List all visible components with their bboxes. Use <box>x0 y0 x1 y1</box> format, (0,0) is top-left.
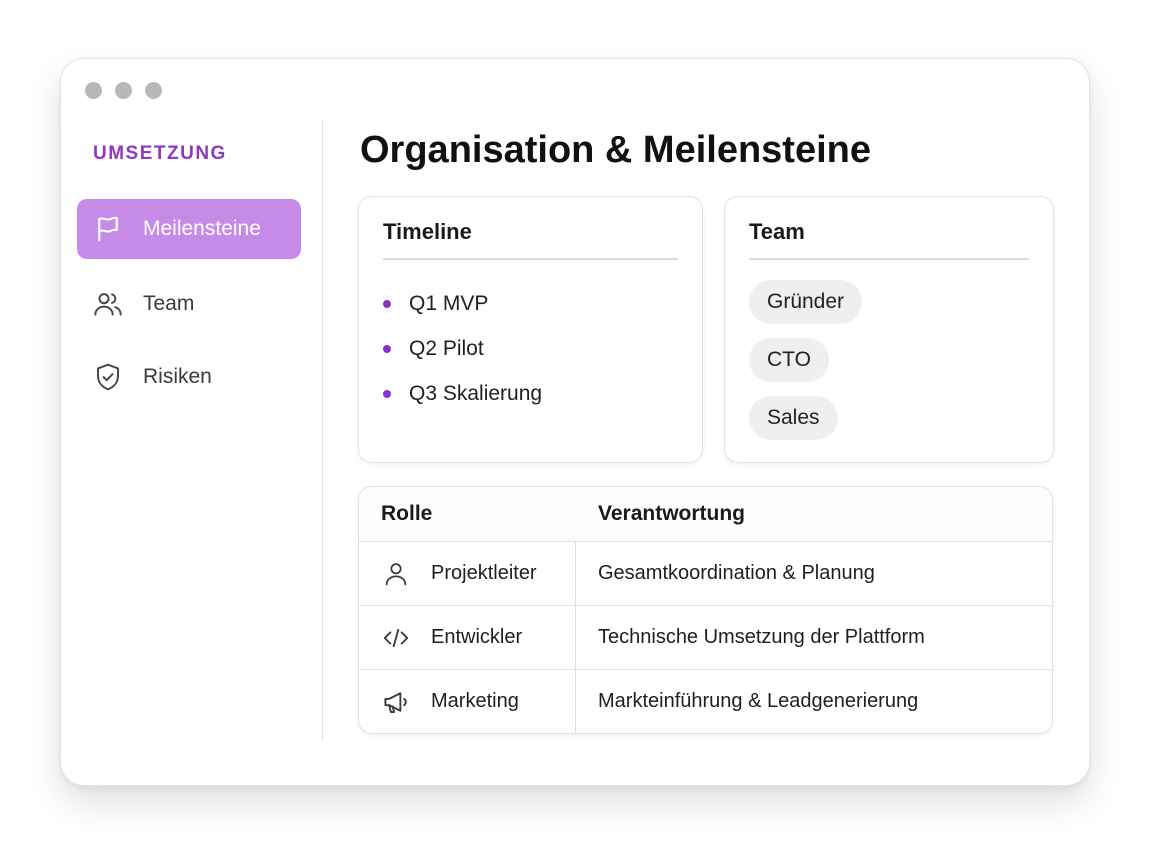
role-name: Projektleiter <box>431 562 537 584</box>
timeline-item: Q3 Skalierung <box>383 371 542 416</box>
table-row[interactable]: Marketing Markteinführung & Leadgenerier… <box>359 669 1052 733</box>
bullet-dot <box>383 299 391 308</box>
window-minimize-button[interactable] <box>115 82 132 99</box>
window-maximize-button[interactable] <box>145 82 162 99</box>
responsibility-cell: Gesamtkoordination & Planung <box>598 562 875 584</box>
column-header-verantwortung: Verantwortung <box>576 487 1052 542</box>
team-card: Team Gründer CTO Sales <box>724 196 1054 463</box>
team-card-title: Team <box>749 219 805 244</box>
roles-table: Rolle Verantwortung Projektleiter Gesamt… <box>358 486 1053 734</box>
column-header-rolle: Rolle <box>359 487 576 542</box>
sidebar-section-label: UMSETZUNG <box>93 143 227 164</box>
team-chip[interactable]: Sales <box>749 396 838 440</box>
user-icon <box>381 559 411 589</box>
timeline-card-title: Timeline <box>383 219 472 244</box>
sidebar-item-label: Meilensteine <box>143 217 261 240</box>
table-header-row: Rolle Verantwortung <box>359 487 1052 542</box>
role-cell: Entwickler <box>359 605 576 669</box>
window-controls <box>85 82 162 99</box>
timeline-item-label: Q2 Pilot <box>409 336 484 360</box>
code-icon <box>381 623 411 653</box>
timeline-list: Q1 MVP Q2 Pilot Q3 Skalierung <box>383 281 542 416</box>
table-row[interactable]: Entwickler Technische Umsetzung der Plat… <box>359 605 1052 669</box>
timeline-card: Timeline Q1 MVP Q2 Pilot Q3 Skalierung <box>358 196 703 463</box>
bullet-dot <box>383 344 391 353</box>
team-chip-list: Gründer CTO Sales <box>749 280 863 454</box>
divider <box>383 258 678 260</box>
role-name: Marketing <box>431 690 519 712</box>
sidebar-item-label: Team <box>143 292 195 315</box>
page-title: Organisation & Meilensteine <box>360 129 871 171</box>
table-row[interactable]: Projektleiter Gesamtkoordination & Planu… <box>359 542 1052 605</box>
role-name: Entwickler <box>431 626 523 648</box>
timeline-item-label: Q1 MVP <box>409 291 489 315</box>
sidebar-item-team[interactable]: Team <box>77 274 301 334</box>
responsibility-cell: Technische Umsetzung der Plattform <box>576 605 1052 669</box>
timeline-item-label: Q3 Skalierung <box>409 381 543 405</box>
users-icon <box>92 288 124 320</box>
shield-check-icon <box>92 361 124 393</box>
sidebar-item-label: Risiken <box>143 365 212 388</box>
megaphone-icon <box>381 687 411 717</box>
role-cell: Marketing <box>359 669 576 733</box>
team-chip[interactable]: CTO <box>749 338 829 382</box>
divider <box>749 258 1029 260</box>
bullet-dot <box>383 389 391 398</box>
sidebar: UMSETZUNG Meilensteine Team Risiken <box>61 119 323 741</box>
sidebar-item-risiken[interactable]: Risiken <box>77 347 301 407</box>
flag-icon <box>92 213 124 245</box>
sidebar-item-meilensteine[interactable]: Meilensteine <box>77 199 301 259</box>
responsibility-cell: Markteinführung & Leadgenerierung <box>576 669 1052 733</box>
role-cell: Projektleiter <box>359 542 576 605</box>
team-chip[interactable]: Gründer <box>749 280 863 324</box>
window-close-button[interactable] <box>85 82 102 99</box>
timeline-item: Q1 MVP <box>383 281 542 326</box>
timeline-item: Q2 Pilot <box>383 326 542 371</box>
app-window: UMSETZUNG Meilensteine Team Risiken Orga… <box>60 58 1090 786</box>
